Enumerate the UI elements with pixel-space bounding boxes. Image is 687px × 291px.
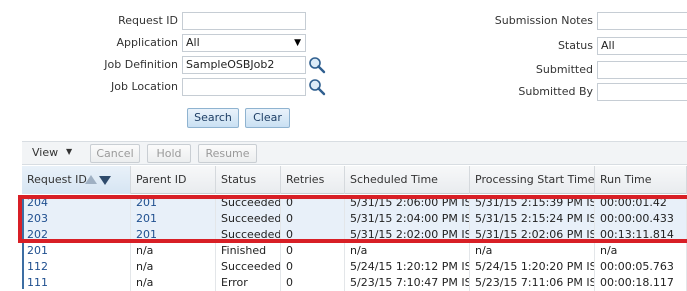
column-header-retries[interactable]: Retries	[281, 166, 345, 194]
cell-processing-start-time: n/a	[470, 243, 595, 259]
cancel-button[interactable]: Cancel	[90, 144, 140, 163]
status-select[interactable]: All	[597, 37, 687, 55]
cell-parent-id: n/a	[131, 243, 216, 259]
application-value: All	[186, 36, 200, 49]
job-definition-search-icon[interactable]	[308, 56, 326, 74]
status-label: Status	[557, 39, 593, 52]
cell-retries: 0	[281, 243, 345, 259]
job-definition-label: Job Definition	[104, 58, 178, 71]
table-row[interactable]: 201 n/a Finished 0 n/a n/a n/a	[22, 243, 687, 259]
results-toolbar: View ▼ Cancel Hold Resume	[22, 141, 687, 165]
cell-request-id[interactable]: 112	[22, 259, 131, 275]
sort-descending-icon[interactable]	[99, 176, 111, 185]
search-button[interactable]: Search	[187, 108, 239, 128]
column-header-run-time[interactable]: Run Time	[595, 166, 687, 194]
submitted-label: Submitted	[535, 63, 593, 76]
submission-notes-label: Submission Notes	[494, 14, 593, 27]
job-location-label: Job Location	[111, 80, 178, 93]
cell-scheduled-time: 5/24/15 1:20:12 PM IST	[345, 259, 470, 275]
application-label: Application	[116, 36, 178, 49]
cell-status: Finished	[216, 243, 281, 259]
cell-parent-id: n/a	[131, 259, 216, 275]
column-header-parent-id[interactable]: Parent ID	[131, 166, 216, 194]
submitted-by-label: Submitted By	[518, 85, 593, 98]
column-header-label: Request ID	[27, 173, 87, 186]
table-row[interactable]: 112 n/a Succeeded 0 5/24/15 1:20:12 PM IST 5/…	[22, 259, 687, 275]
view-menu-arrow-icon[interactable]: ▼	[66, 147, 72, 156]
cell-status: Succeeded	[216, 259, 281, 275]
job-location-search-icon[interactable]	[308, 78, 326, 96]
clear-button[interactable]: Clear	[245, 108, 290, 128]
submission-notes-input[interactable]	[597, 12, 687, 30]
column-header-status[interactable]: Status	[216, 166, 281, 194]
hold-button[interactable]: Hold	[147, 144, 191, 163]
request-id-label: Request ID	[118, 14, 178, 27]
job-location-input[interactable]	[182, 78, 306, 96]
column-header-scheduled-time[interactable]: Scheduled Time	[345, 166, 470, 194]
cell-run-time: n/a	[595, 243, 687, 259]
cell-request-id[interactable]: 201	[22, 243, 131, 259]
submitted-input[interactable]	[597, 61, 687, 79]
cell-retries: 0	[281, 259, 345, 275]
sort-ascending-icon[interactable]	[85, 175, 97, 184]
highlight-annotation	[18, 195, 687, 243]
application-select[interactable]: All ▼	[182, 34, 306, 52]
column-header-request-id[interactable]: Request ID	[22, 166, 131, 194]
cell-run-time: 00:00:05.763	[595, 259, 687, 275]
submitted-by-input[interactable]	[597, 83, 687, 101]
table-header: Request ID Parent ID Status Retries Sche…	[22, 166, 687, 194]
cell-processing-start-time: 5/24/15 1:20:20 PM IST	[470, 259, 595, 275]
view-menu[interactable]: View	[32, 146, 58, 160]
cell-scheduled-time: n/a	[345, 243, 470, 259]
request-id-input[interactable]	[182, 12, 306, 30]
job-definition-input[interactable]: SampleOSBJob2	[182, 56, 306, 74]
resume-button[interactable]: Resume	[198, 144, 257, 163]
column-header-processing-start-time[interactable]: Processing Start Time	[470, 166, 595, 194]
dropdown-arrow-icon: ▼	[294, 38, 301, 48]
